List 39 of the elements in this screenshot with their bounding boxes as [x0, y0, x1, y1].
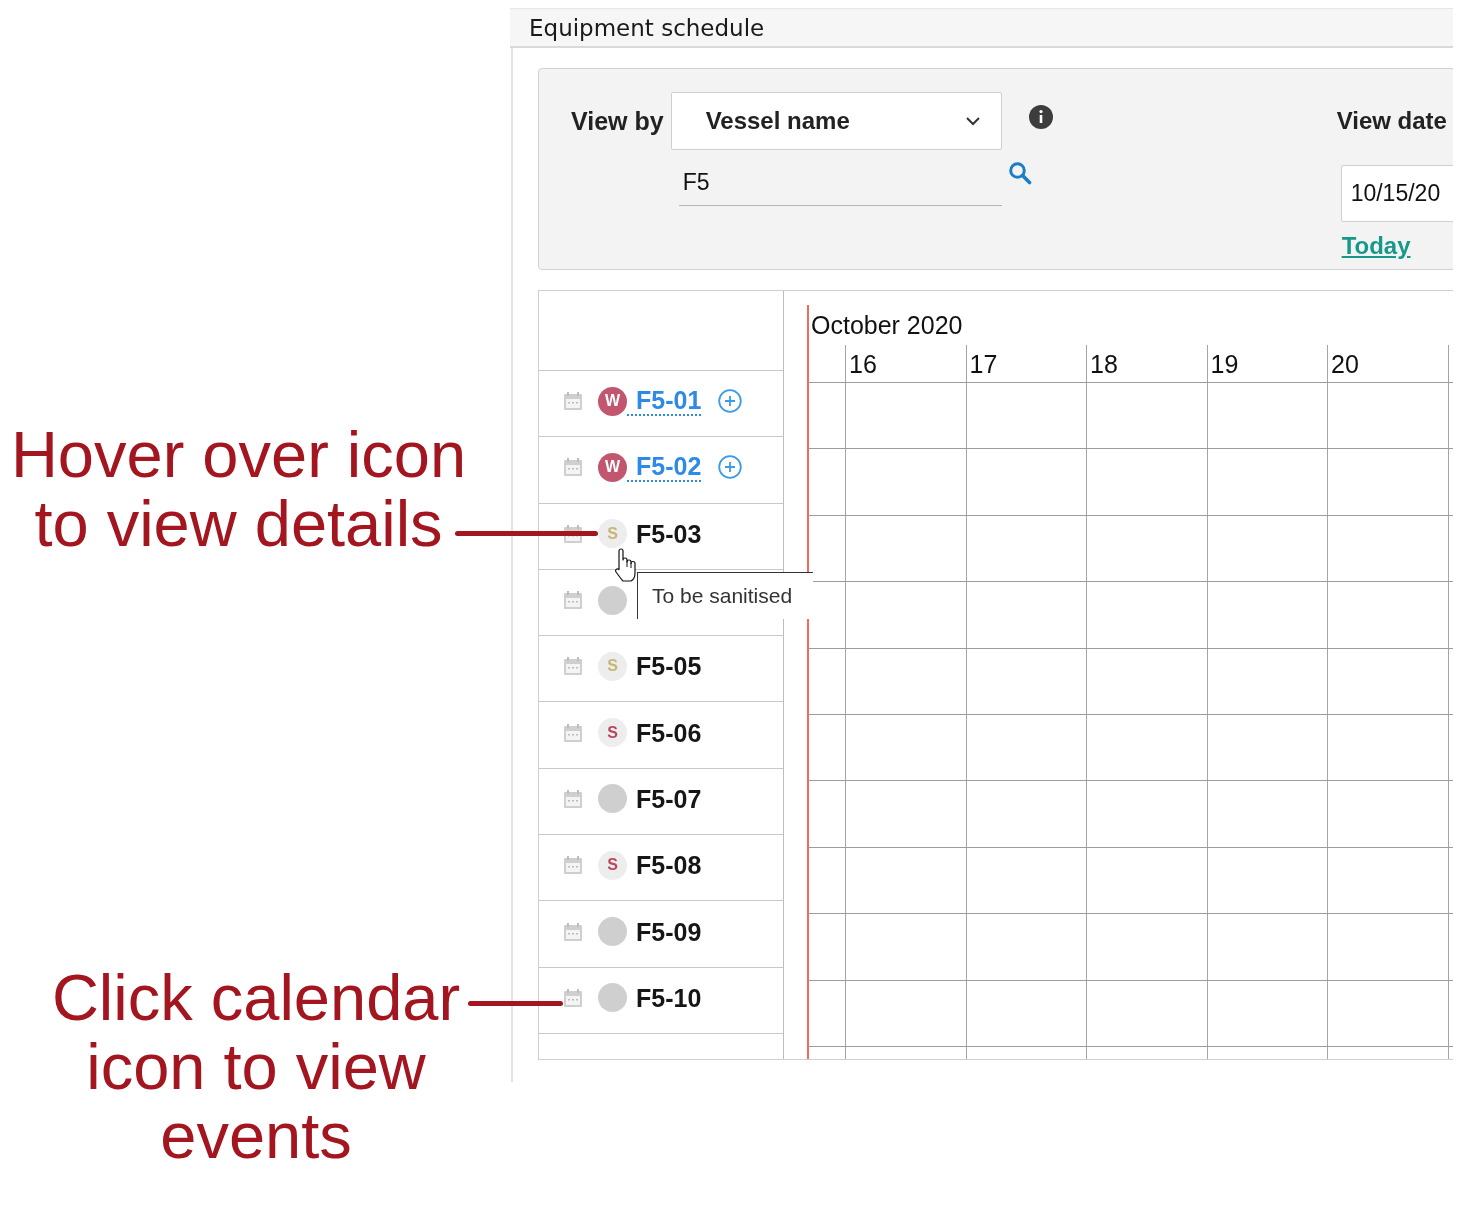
vessel-name: F5-06 [635, 718, 702, 747]
field-label: View by [571, 107, 664, 136]
month-label: October 2020 [811, 310, 963, 340]
vessel-name: F5-09 [635, 917, 702, 946]
hand-cursor-icon [613, 546, 637, 583]
day-label: 20 [1331, 349, 1359, 380]
search-icon[interactable] [1007, 161, 1032, 185]
plus-circle-icon[interactable] [718, 455, 743, 480]
vessel-name: F5-08 [635, 851, 702, 880]
status-dot-icon[interactable] [598, 784, 627, 814]
view-by-dropdown[interactable]: Vessel name [670, 92, 1002, 150]
callout-text: Click calendar icon to view events [50, 963, 462, 1170]
status-dot-icon[interactable] [598, 983, 627, 1013]
chevron-down-icon [964, 116, 981, 126]
status-badge[interactable]: S [598, 718, 627, 748]
status-dot-icon[interactable] [598, 585, 627, 615]
day-label: 19 [1210, 349, 1239, 380]
day-label: 16 [849, 349, 877, 380]
vessel-name: F5-05 [635, 652, 702, 681]
vessel-link[interactable]: F5-01 [627, 386, 702, 417]
vessel-name: F5-10 [635, 983, 702, 1012]
day-label: 17 [969, 349, 998, 380]
window-title: Equipment schedule [529, 14, 765, 41]
vessel-name: F5-07 [635, 784, 702, 813]
status-badge[interactable]: S [598, 850, 627, 880]
vessel-link[interactable]: F5-02 [627, 452, 702, 483]
status-dot-icon[interactable] [598, 917, 627, 946]
plus-circle-icon[interactable] [718, 389, 743, 414]
field-label: View date [1336, 106, 1447, 135]
callout-text: Hover over icon to view details [9, 420, 468, 558]
status-badge[interactable]: W [598, 386, 627, 416]
vessel-name: F5-03 [635, 519, 702, 548]
tooltip: To be sanitised [637, 571, 813, 619]
date-field[interactable]: 10/15/20 [1340, 165, 1453, 222]
search-field[interactable]: F5 [678, 160, 1002, 206]
today-link[interactable]: Today [1341, 233, 1411, 259]
status-badge[interactable]: W [598, 452, 627, 482]
info-icon[interactable] [1028, 105, 1053, 129]
day-label: 18 [1090, 349, 1118, 380]
